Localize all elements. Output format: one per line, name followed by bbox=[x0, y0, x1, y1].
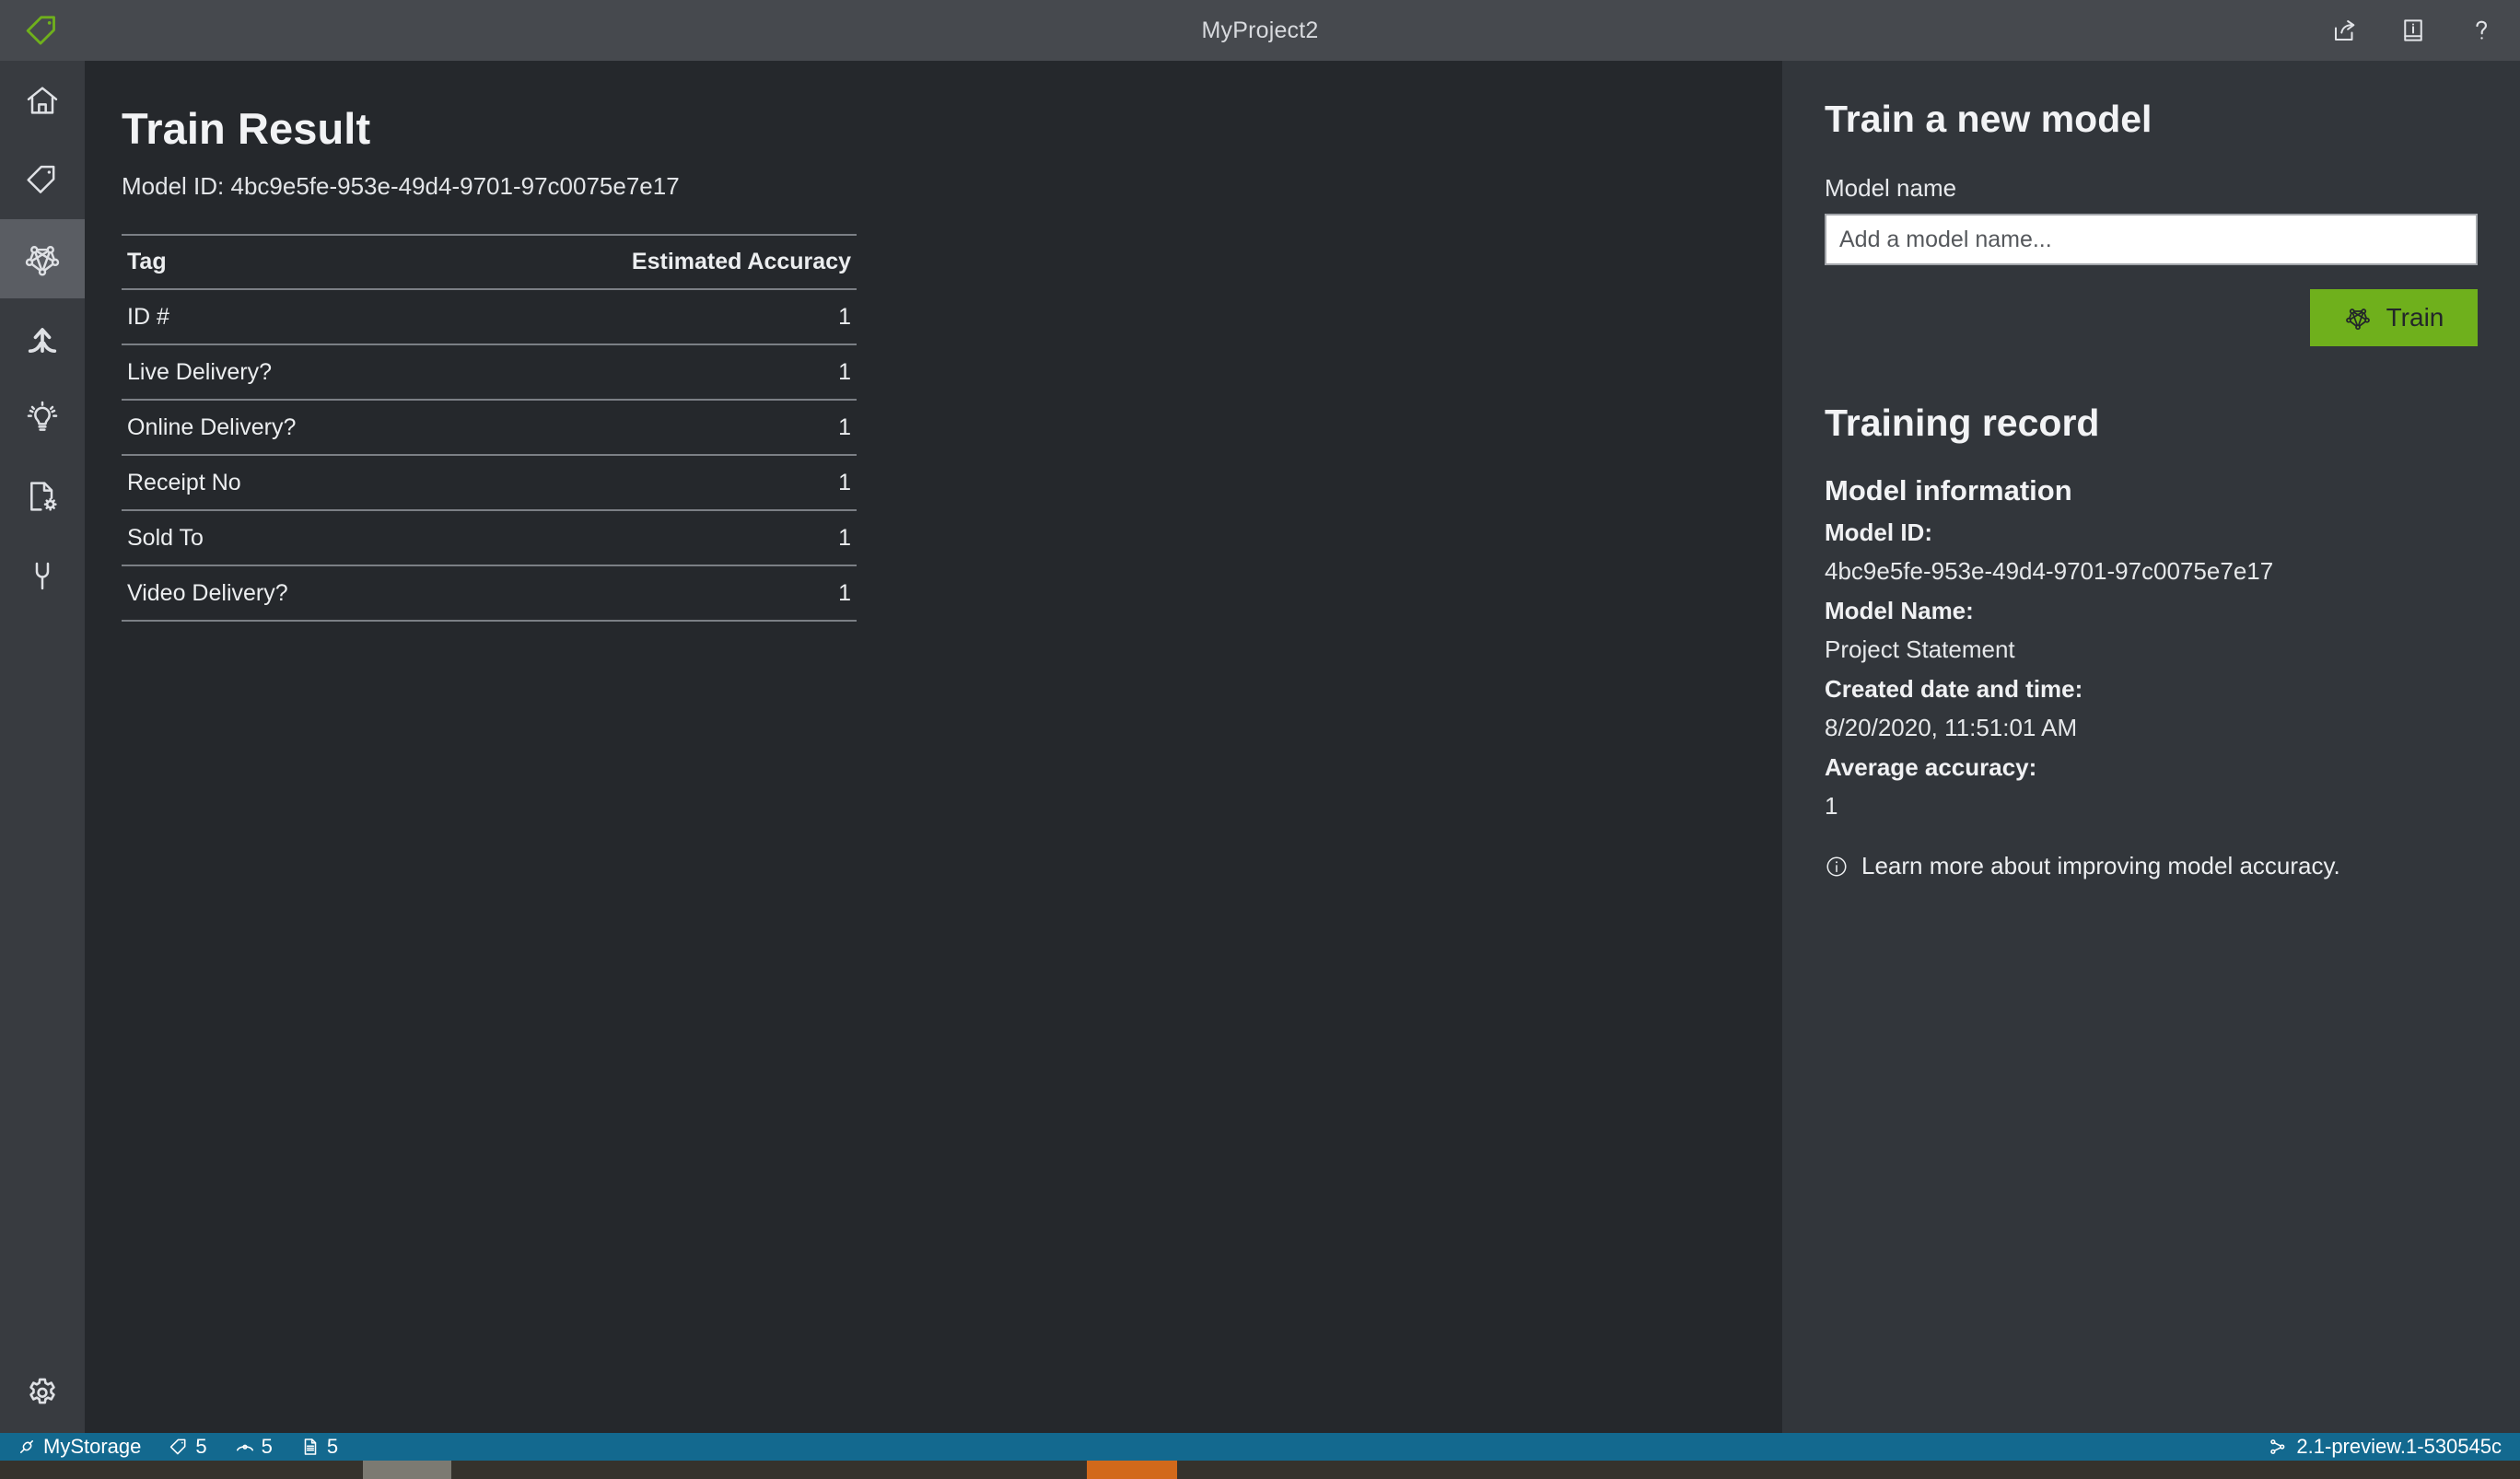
field-value-model-id: 4bc9e5fe-953e-49d4-9701-97c0075e7e17 bbox=[1825, 557, 2274, 586]
status-connection[interactable]: MyStorage bbox=[17, 1435, 141, 1459]
status-tag-count-value: 5 bbox=[195, 1435, 207, 1458]
train-result-table: Tag Estimated Accuracy ID # 1 Live Deliv… bbox=[122, 233, 857, 622]
documentation-icon[interactable] bbox=[2395, 12, 2432, 49]
status-region-count-value: 5 bbox=[261, 1435, 273, 1458]
field-key-average-accuracy: Average accuracy: bbox=[1825, 753, 2037, 782]
status-bar-left: MyStorage 5 5 5 bbox=[0, 1435, 358, 1459]
document-gear-icon bbox=[24, 478, 61, 515]
table-row: ID # 1 bbox=[122, 288, 857, 345]
taskbar-item-active[interactable] bbox=[1087, 1461, 1177, 1479]
model-name-input[interactable] bbox=[1825, 214, 2478, 266]
table-row: Live Delivery? 1 bbox=[122, 344, 857, 401]
field-value-created-date: 8/20/2020, 11:51:01 AM bbox=[1825, 714, 2078, 742]
plug-icon bbox=[17, 1437, 37, 1457]
status-document-count[interactable]: 5 bbox=[300, 1435, 338, 1459]
column-header-tag: Tag bbox=[122, 233, 445, 290]
model-id-subtitle: Model ID: 4bc9e5fe-953e-49d4-9701-97c007… bbox=[122, 171, 680, 200]
status-document-count-value: 5 bbox=[326, 1435, 339, 1458]
sidebar-item-prebuilt[interactable] bbox=[0, 457, 85, 536]
table-head: Tag Estimated Accuracy bbox=[122, 233, 857, 290]
cell-accuracy: 1 bbox=[444, 288, 857, 345]
field-key-created-date: Created date and time: bbox=[1825, 675, 2083, 704]
help-icon[interactable] bbox=[2463, 12, 2500, 49]
cell-tag: ID # bbox=[122, 288, 445, 345]
title-bar: MyProject2 bbox=[0, 0, 2520, 61]
app-version: 2.1-preview.1-530545c bbox=[2296, 1435, 2502, 1458]
sidebar-item-analyze[interactable] bbox=[0, 378, 85, 457]
document-icon bbox=[300, 1437, 321, 1457]
learn-more-text: Learn more about improving model accurac… bbox=[1861, 852, 2340, 880]
table-row: Receipt No 1 bbox=[122, 454, 857, 511]
cell-accuracy: 1 bbox=[444, 565, 857, 622]
column-header-accuracy: Estimated Accuracy bbox=[444, 233, 857, 290]
table-body: ID # 1 Live Delivery? 1 Online Delivery?… bbox=[122, 288, 857, 622]
cell-tag: Live Delivery? bbox=[122, 344, 445, 401]
cell-accuracy: 1 bbox=[444, 399, 857, 456]
app-root: MyProject2 Train Result Model ID: 4bc9e5… bbox=[0, 0, 2520, 1479]
sidebar-item-connections[interactable] bbox=[0, 536, 85, 615]
status-bar-right[interactable]: 2.1-preview.1-530545c bbox=[2268, 1435, 2502, 1459]
desktop-taskbar-sliver bbox=[0, 1461, 2520, 1479]
status-bar: MyStorage 5 5 5 2.1-preview.1-530545c bbox=[0, 1433, 2520, 1461]
page-title: Train Result bbox=[122, 104, 371, 153]
train-new-model-heading: Train a new model bbox=[1825, 98, 2152, 140]
tag-logo-icon bbox=[24, 12, 61, 49]
training-record-heading: Training record bbox=[1825, 402, 2100, 445]
cell-tag: Receipt No bbox=[122, 454, 445, 511]
field-key-model-id: Model ID: bbox=[1825, 518, 1932, 547]
home-icon bbox=[24, 82, 61, 119]
table-row: Sold To 1 bbox=[122, 509, 857, 566]
taskbar-item-gray[interactable] bbox=[363, 1461, 451, 1479]
right-panel: Train a new model Model name Add a model… bbox=[1782, 61, 2520, 1434]
status-region-count[interactable]: 5 bbox=[235, 1435, 273, 1459]
tag-icon bbox=[24, 161, 61, 198]
eye-icon bbox=[235, 1437, 255, 1457]
main-content: Train Result Model ID: 4bc9e5fe-953e-49d… bbox=[85, 61, 1782, 1434]
field-value-average-accuracy: 1 bbox=[1825, 792, 1838, 821]
field-key-model-name: Model Name: bbox=[1825, 597, 1974, 625]
status-connection-name: MyStorage bbox=[43, 1435, 142, 1458]
train-button[interactable]: Train bbox=[2310, 289, 2478, 347]
network-model-icon bbox=[23, 239, 62, 278]
sidebar bbox=[0, 61, 85, 1434]
gear-icon bbox=[23, 1375, 62, 1414]
cell-accuracy: 1 bbox=[444, 344, 857, 401]
sidebar-item-settings[interactable] bbox=[0, 1355, 85, 1434]
merge-arrow-icon bbox=[24, 320, 61, 356]
field-value-model-name: Project Statement bbox=[1825, 635, 2015, 664]
train-button-label: Train bbox=[2386, 303, 2444, 332]
cell-accuracy: 1 bbox=[444, 454, 857, 511]
table-row: Online Delivery? 1 bbox=[122, 399, 857, 456]
title-bar-actions bbox=[2327, 0, 2500, 61]
window-title: MyProject2 bbox=[1201, 17, 1319, 43]
share-icon[interactable] bbox=[2327, 12, 2363, 49]
network-model-icon bbox=[2344, 304, 2372, 332]
train-button-row: Train bbox=[1825, 289, 2478, 347]
model-information-heading: Model information bbox=[1825, 474, 2072, 507]
plug-icon bbox=[24, 557, 61, 594]
table-row: Video Delivery? 1 bbox=[122, 565, 857, 622]
cell-tag: Video Delivery? bbox=[122, 565, 445, 622]
table-header-row: Tag Estimated Accuracy bbox=[122, 233, 857, 290]
sidebar-bottom bbox=[0, 1355, 85, 1434]
lightbulb-icon bbox=[24, 399, 61, 436]
cell-accuracy: 1 bbox=[444, 509, 857, 566]
cell-tag: Online Delivery? bbox=[122, 399, 445, 456]
app-logo bbox=[0, 0, 85, 61]
git-branch-icon bbox=[2268, 1437, 2288, 1457]
sidebar-item-train[interactable] bbox=[0, 219, 85, 298]
info-circle-icon bbox=[1825, 855, 1849, 879]
learn-more-link[interactable]: Learn more about improving model accurac… bbox=[1825, 852, 2478, 880]
tag-icon bbox=[169, 1437, 189, 1457]
sidebar-item-compose[interactable] bbox=[0, 298, 85, 378]
status-tag-count[interactable]: 5 bbox=[169, 1435, 207, 1459]
sidebar-item-home[interactable] bbox=[0, 61, 85, 140]
cell-tag: Sold To bbox=[122, 509, 445, 566]
sidebar-item-tags[interactable] bbox=[0, 140, 85, 219]
model-name-label: Model name bbox=[1825, 174, 1957, 203]
